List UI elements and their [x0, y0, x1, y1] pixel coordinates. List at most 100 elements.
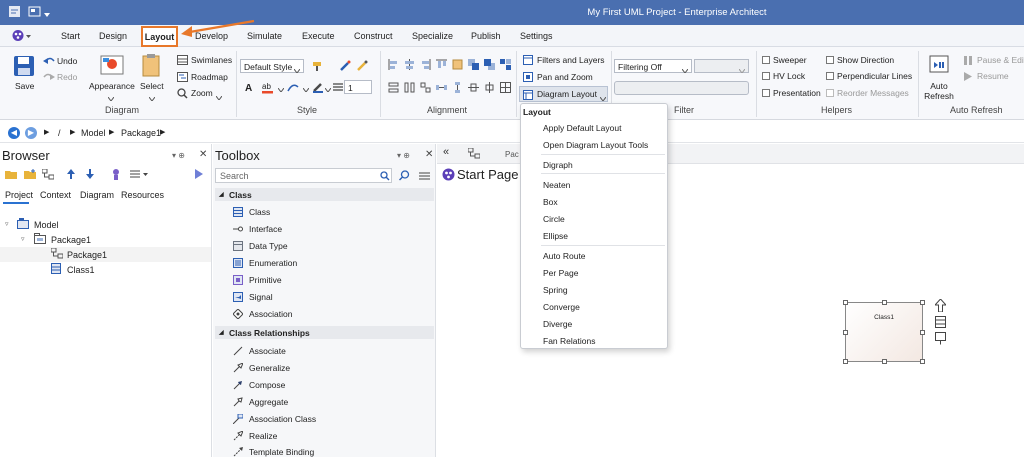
menu-item-fan-relations[interactable]: Fan Relations — [543, 336, 595, 346]
find-icon[interactable] — [399, 170, 410, 183]
menu-icon[interactable] — [130, 170, 148, 180]
toolbox-item-generalize[interactable]: Generalize — [233, 362, 290, 373]
hv-lock-checkbox[interactable] — [762, 72, 770, 80]
resize-handle[interactable] — [843, 300, 848, 305]
tab-start[interactable]: Start — [61, 31, 80, 41]
center-horizontal-icon[interactable] — [468, 82, 479, 95]
expand-triangle-icon[interactable]: ▿ — [21, 235, 25, 243]
toolbox-item-signal[interactable]: Signal — [233, 292, 273, 302]
group-icon[interactable] — [500, 59, 511, 72]
menu-item-ellipse[interactable]: Ellipse — [543, 231, 568, 241]
resize-handle[interactable] — [843, 359, 848, 364]
chevron-down-icon[interactable] — [302, 84, 310, 94]
breadcrumb-root[interactable]: / — [58, 128, 61, 138]
filter-text-input[interactable] — [614, 81, 749, 95]
back-icon[interactable]: ◀ — [8, 127, 20, 139]
bring-front-icon[interactable] — [468, 59, 479, 72]
line-width-stepper[interactable]: 1 — [344, 80, 372, 94]
tab-specialize[interactable]: Specialize — [412, 31, 453, 41]
chevron-down-icon[interactable] — [277, 84, 285, 94]
font-color-icon[interactable]: A — [244, 82, 254, 95]
package-diagram-icon[interactable] — [41, 168, 55, 182]
tree-item-class[interactable]: Class1 — [0, 262, 211, 277]
toolbox-item-class[interactable]: Class — [233, 207, 270, 217]
close-icon[interactable]: ✕ — [199, 149, 207, 160]
resize-handle[interactable] — [882, 300, 887, 305]
show-direction-checkbox[interactable] — [826, 56, 834, 64]
same-width-icon[interactable] — [388, 82, 399, 95]
expand-triangle-icon[interactable]: ▿ — [5, 220, 9, 228]
diagram-layout-button[interactable]: Diagram Layout — [519, 86, 608, 102]
line-color-icon[interactable] — [287, 81, 299, 95]
properties-icon[interactable] — [111, 168, 121, 182]
browser-tab-project[interactable]: Project — [5, 190, 33, 200]
resize-handle[interactable] — [920, 359, 925, 364]
resize-handle[interactable] — [920, 300, 925, 305]
menu-item-circle[interactable]: Circle — [543, 214, 565, 224]
filtering-select[interactable]: Filtering Off — [614, 59, 692, 74]
fill-color-icon[interactable]: ab — [261, 81, 275, 96]
diagram-tab-label[interactable]: Pac — [505, 150, 519, 159]
grid-icon[interactable] — [500, 82, 511, 95]
menu-item-spring[interactable]: Spring — [543, 285, 568, 295]
undo-button[interactable]: Undo — [57, 56, 77, 66]
pause-edit-button[interactable]: Pause & Edit — [977, 55, 1024, 65]
menu-item-per-page[interactable]: Per Page — [543, 268, 578, 278]
close-icon[interactable]: ✕ — [425, 149, 433, 160]
chevron-down-icon[interactable] — [324, 84, 332, 94]
menu-item-converge[interactable]: Converge — [543, 302, 580, 312]
menu-item-open-layout-tools[interactable]: Open Diagram Layout Tools — [543, 140, 648, 150]
element-properties-icon[interactable] — [935, 332, 946, 347]
browser-tab-context[interactable]: Context — [40, 190, 71, 200]
space-vertical-icon[interactable] — [452, 82, 463, 95]
move-down-icon[interactable] — [86, 169, 94, 181]
pin-icon[interactable] — [356, 60, 368, 74]
sweeper-checkbox[interactable] — [762, 56, 770, 64]
collapse-left-icon[interactable]: « — [443, 146, 449, 158]
redo-button[interactable]: Redo — [57, 72, 77, 82]
toolbox-item-association[interactable]: Association — [232, 308, 292, 320]
filters-layers-button[interactable]: Filters and Layers — [537, 55, 605, 65]
highlight-icon[interactable] — [312, 81, 324, 95]
resume-button[interactable]: Resume — [977, 71, 1009, 81]
brush-icon[interactable] — [339, 60, 351, 74]
folder-icon[interactable] — [5, 169, 17, 181]
resize-handle[interactable] — [843, 330, 848, 335]
menu-item-box[interactable]: Box — [543, 197, 558, 207]
menu-icon[interactable] — [419, 172, 430, 182]
toolbox-item-association-class[interactable]: Association Class — [232, 413, 316, 425]
toolbox-item-primitive[interactable]: Primitive — [233, 275, 282, 285]
tab-publish[interactable]: Publish — [471, 31, 501, 41]
reorder-messages-checkbox[interactable] — [826, 89, 834, 97]
tab-construct[interactable]: Construct — [354, 31, 393, 41]
resize-handle[interactable] — [882, 359, 887, 364]
align-center-icon[interactable] — [404, 59, 415, 72]
presentation-checkbox[interactable] — [762, 89, 770, 97]
search-icon[interactable] — [380, 171, 390, 183]
tab-design[interactable]: Design — [99, 31, 127, 41]
zoom-button[interactable]: Zoom — [191, 88, 213, 98]
menu-item-diverge[interactable]: Diverge — [543, 319, 572, 329]
toolbox-item-interface[interactable]: Interface — [233, 224, 282, 234]
new-folder-icon[interactable] — [24, 169, 36, 181]
menu-item-apply-default-layout[interactable]: Apply Default Layout — [543, 123, 621, 133]
roadmap-button[interactable]: Roadmap — [191, 72, 228, 82]
menu-item-digraph[interactable]: Digraph — [543, 160, 573, 170]
space-horizontal-icon[interactable] — [436, 82, 447, 95]
format-painter-icon[interactable] — [312, 60, 326, 74]
pan-zoom-button[interactable]: Pan and Zoom — [537, 72, 593, 82]
same-size-icon[interactable] — [420, 82, 431, 95]
toolbox-item-compose[interactable]: Compose — [233, 380, 285, 390]
toolbox-item-associate[interactable]: Associate — [233, 346, 286, 356]
toolbox-section-class-relationships[interactable]: ◢ Class Relationships — [215, 326, 434, 339]
menu-item-neaten[interactable]: Neaten — [543, 180, 570, 190]
tab-settings[interactable]: Settings — [520, 31, 553, 41]
toolbox-item-template-binding[interactable]: Template Binding — [233, 447, 314, 457]
move-up-icon[interactable] — [67, 169, 75, 181]
toolbox-section-class[interactable]: ◢ Class — [215, 188, 434, 201]
align-right-icon[interactable] — [420, 59, 431, 72]
select-button[interactable]: Select — [140, 81, 164, 91]
style-select[interactable]: Default Style — [240, 59, 304, 74]
breadcrumb-package[interactable]: Package1 — [121, 128, 161, 138]
tab-layout[interactable]: Layout — [141, 26, 178, 47]
